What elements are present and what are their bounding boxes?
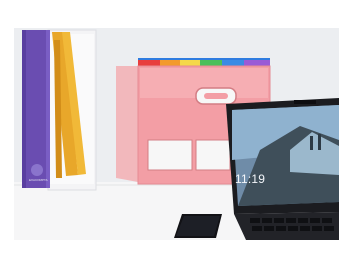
- laptop: [226, 98, 339, 240]
- label-window: [195, 139, 231, 171]
- photo-illustration: [0, 0, 347, 258]
- binder-brand: EXACOMPTA: [29, 178, 48, 182]
- smartphone: [174, 214, 222, 238]
- laptop-clock: 11:19: [235, 172, 266, 186]
- label-window: [147, 139, 193, 171]
- photo-scene: 11:19 EXACOMPTA: [0, 0, 347, 258]
- binder-ring-hole: [31, 164, 43, 176]
- purple-binder: [22, 30, 50, 188]
